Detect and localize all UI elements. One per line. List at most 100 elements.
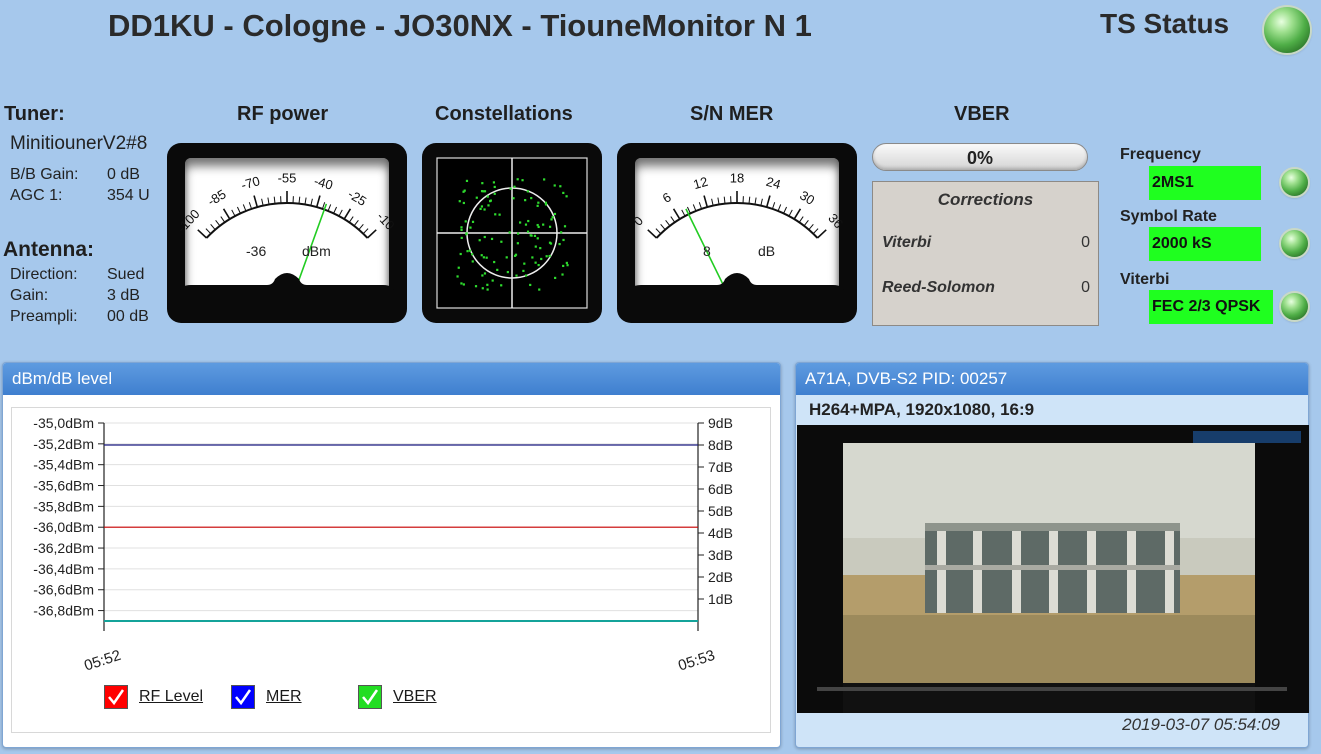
rf-power-tick <box>220 216 226 223</box>
constellation-point <box>492 181 496 184</box>
constellation-point <box>493 192 496 195</box>
mer-tick <box>783 206 788 214</box>
constellation-point <box>540 257 543 261</box>
mer-legend-label[interactable]: MER <box>266 688 302 706</box>
rf-power-scale-label: -70 <box>239 173 261 193</box>
constellation-point <box>530 197 533 200</box>
vber-checkbox[interactable] <box>358 685 382 709</box>
chart-left-tick-label: -35,0dBm <box>33 415 94 431</box>
rf-power-scale-label: -85 <box>205 186 229 209</box>
rf-power-tick <box>343 208 352 220</box>
constellation-point <box>538 288 541 291</box>
constellation-point <box>475 196 478 199</box>
constellation-point <box>515 274 518 277</box>
mer-tick <box>711 198 714 206</box>
rf-power-scale-label: -40 <box>312 173 334 193</box>
mer-tick <box>717 197 720 205</box>
rf-level-legend-label[interactable]: RF Level <box>139 688 203 706</box>
mer-tick <box>754 197 757 205</box>
mer-tick <box>703 195 709 208</box>
constellation-point <box>459 252 462 256</box>
constellation-point <box>562 238 565 242</box>
constellation-point <box>531 256 534 259</box>
mer-checkbox[interactable] <box>231 685 255 709</box>
constellation-point <box>462 283 465 286</box>
constellation-point <box>523 262 526 265</box>
constellation-point <box>517 232 520 235</box>
rf-power-tick <box>215 219 221 227</box>
legend-vber[interactable]: VBER <box>358 685 437 709</box>
constellation-point <box>482 256 485 259</box>
constellation-point <box>460 282 463 285</box>
legend-rf-level[interactable]: RF Level <box>104 685 203 709</box>
mer-scale-arc <box>655 202 819 239</box>
mer-scale-label: 30 <box>797 187 817 207</box>
constellation-point <box>483 208 486 211</box>
mer-tick <box>681 209 686 217</box>
constellation-point <box>558 242 561 246</box>
constellation-point <box>516 242 519 245</box>
rf-power-tick <box>205 228 212 235</box>
rf-power-tick <box>210 224 216 230</box>
constellation-point <box>534 261 537 264</box>
mer-tick <box>660 224 666 230</box>
rf-power-tick <box>273 196 276 204</box>
rf-power-scale-label: -55 <box>278 170 297 185</box>
constellation-point <box>519 221 522 224</box>
constellation-point <box>481 182 484 185</box>
vber-legend-label[interactable]: VBER <box>393 688 437 706</box>
chart-left-tick-label: -35,6dBm <box>33 478 94 494</box>
constellation-point <box>463 189 466 192</box>
constellation-point <box>526 230 530 233</box>
direction-label: Direction: <box>10 266 78 283</box>
corrections-title: Corrections <box>937 190 1034 209</box>
legend-mer[interactable]: MER <box>231 685 302 709</box>
mer-tick <box>665 219 671 227</box>
rf-power-gauge: -100-85-70 -55 -40-25-10 <box>174 170 398 301</box>
mer-tick <box>771 202 776 210</box>
constellation-point <box>544 203 548 206</box>
mer-tick <box>788 209 793 217</box>
constellation-point <box>468 249 472 252</box>
constellation-point <box>563 225 567 228</box>
mer-tick <box>655 228 662 235</box>
constellation-point <box>465 179 469 183</box>
frequency-value: 2MS1 <box>1149 166 1261 200</box>
rf-level-checkbox[interactable] <box>104 685 128 709</box>
chart-right-tick-label: 2dB <box>708 569 733 585</box>
tuner-heading: Tuner: <box>4 103 65 125</box>
constellation-point <box>485 256 488 259</box>
video-display[interactable] <box>797 425 1309 713</box>
mer-tick <box>698 202 703 210</box>
constellation-point <box>483 272 487 275</box>
rs-corrections-label: Reed-Solomon <box>882 279 995 296</box>
agc-label: AGC 1: <box>10 187 63 204</box>
rf-power-scale-label: -25 <box>345 186 369 209</box>
chart-left-tick-label: -36,4dBm <box>33 561 94 577</box>
rf-power-unit: dBm <box>302 243 331 259</box>
constellation-point <box>487 204 490 207</box>
frequency-led-icon <box>1281 169 1308 196</box>
constellation-point <box>491 279 494 282</box>
chart-left-tick-label: -35,2dBm <box>33 436 94 452</box>
constellation-point <box>482 190 485 193</box>
rf-power-tick <box>338 209 343 217</box>
constellation-point <box>462 201 465 205</box>
constellation-point <box>536 204 539 207</box>
chart-left-tick-label: -36,2dBm <box>33 540 94 556</box>
constellation-point <box>457 266 460 269</box>
rf-power-tick <box>236 206 241 214</box>
constellation-point <box>486 195 489 198</box>
mer-tick <box>808 224 814 230</box>
constellation-point <box>560 231 563 234</box>
rf-power-tick <box>362 228 369 235</box>
preampli-value: 00 dB <box>107 308 149 325</box>
constellation-point <box>536 223 539 227</box>
rf-power-tick <box>315 195 321 208</box>
mer-tick <box>748 196 751 204</box>
rs-corrections-value: 0 <box>1081 279 1090 296</box>
constellation-point <box>460 236 463 240</box>
constellation-display <box>422 143 602 323</box>
direction-value: Sued <box>107 266 145 283</box>
constellation-point <box>529 283 532 287</box>
